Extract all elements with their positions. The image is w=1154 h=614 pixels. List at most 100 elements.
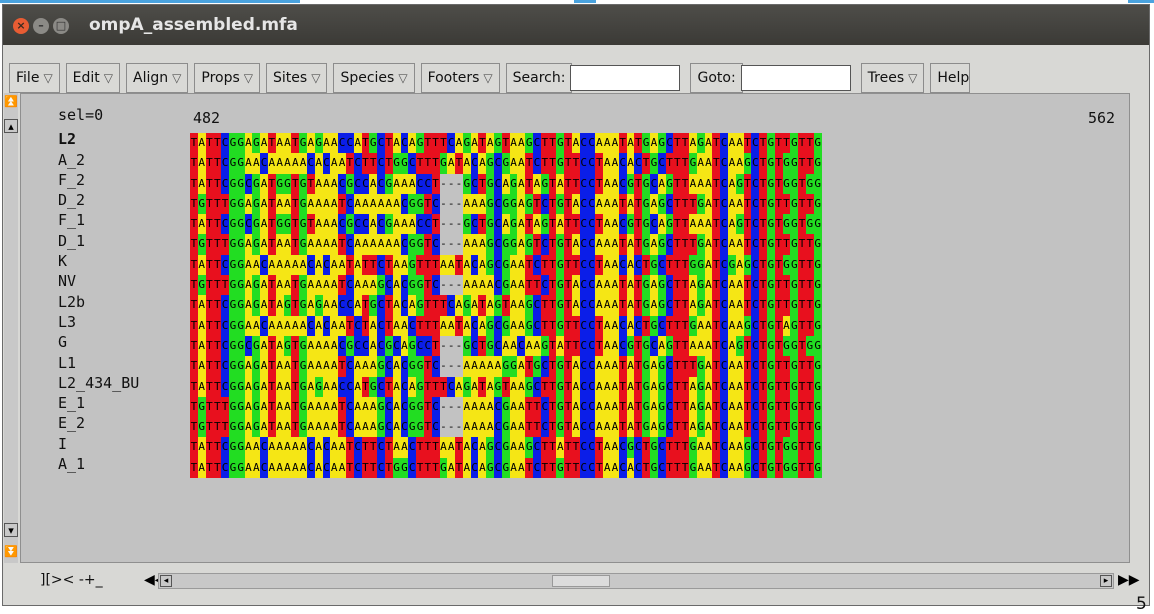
sequence-row[interactable]: TATTCGGAACAAAAACACAATATTCTAAGTTTAATACAGC… bbox=[190, 254, 1125, 276]
sequence-name[interactable]: L2b bbox=[58, 292, 188, 312]
search-label-button[interactable]: Search: bbox=[505, 63, 573, 93]
base-cell: T bbox=[338, 356, 346, 377]
sequence-name[interactable]: L2 bbox=[58, 129, 188, 149]
sequence-name[interactable]: NV bbox=[58, 271, 188, 291]
base-cell: T bbox=[634, 275, 643, 296]
base-cell: C bbox=[322, 437, 331, 458]
sequence-row[interactable]: TGTTTGGAGATAATGAAAATCAAAAAACGGTC---AAAGC… bbox=[190, 234, 1125, 255]
base-cell: A bbox=[306, 193, 315, 215]
scroll-top-icon[interactable]: ⏫ bbox=[4, 95, 18, 109]
dropdown-triangle-icon: ▽ bbox=[243, 71, 254, 85]
base-cell: A bbox=[330, 173, 339, 194]
vertical-scrollbar[interactable]: ⏫ ▴ ▾ ⏬ bbox=[4, 93, 18, 563]
sequence-name[interactable]: F_2 bbox=[58, 170, 188, 190]
base-cell: G bbox=[790, 417, 799, 438]
sequence-name[interactable]: A_1 bbox=[58, 454, 188, 474]
sequence-row[interactable]: TATTCGGAGATAGTGAGAACCATGCTACAGTTTCAGATAG… bbox=[190, 295, 1125, 316]
close-icon[interactable]: × bbox=[13, 18, 29, 34]
base-cell: A bbox=[244, 396, 253, 418]
base-cell: A bbox=[353, 254, 362, 276]
sequence-row[interactable]: TGTTTGGAGATAATGAAAATCAAAAAACGGTC---AAAGC… bbox=[190, 193, 1125, 215]
base-cell: G bbox=[252, 396, 261, 418]
base-cell: T bbox=[213, 275, 222, 296]
menu-edit[interactable]: Edit ▽ bbox=[65, 63, 121, 93]
menu-footers[interactable]: Footers ▽ bbox=[420, 63, 500, 93]
goto-label-button[interactable]: Goto: bbox=[690, 63, 743, 93]
sequence-name[interactable]: D_2 bbox=[58, 190, 188, 210]
base-cell: C bbox=[720, 173, 728, 194]
sequence-row[interactable]: TATTCGGCGATGGTGTAAACGCCACGAAACCT---GCTGC… bbox=[190, 214, 1125, 235]
sequence-row[interactable]: TATTCGGAGATAATGAAAATCAAAGCACGGTC---AAAAA… bbox=[190, 356, 1125, 377]
base-cell: G bbox=[642, 173, 651, 194]
base-cell: T bbox=[673, 214, 682, 235]
sequence-row[interactable]: TATTCGGAGATAATGAGAACCATGCTACAGTTTCAGATAG… bbox=[190, 133, 1125, 154]
sequence-name[interactable]: L1 bbox=[58, 353, 188, 373]
sequence-row[interactable]: TGTTTGGAGATAATGAAAATCAAAGCACGGTC---AAAAC… bbox=[190, 275, 1125, 296]
sequence-row[interactable]: TATTCGGAACAAAAACACAATCTACTAACTTTAATACAGC… bbox=[190, 315, 1125, 336]
sequence-row[interactable]: TGTTTGGAGATAATGAAAATCAAAGCACGGTC---AAAAC… bbox=[190, 417, 1125, 438]
scroll-down-icon[interactable]: ▾ bbox=[4, 523, 18, 537]
scroll-right-icon[interactable]: ▸ bbox=[1100, 575, 1112, 587]
sequence-row[interactable]: TGTTTGGAGATAATGAAAATCAAAGCACGGTC---AAAAC… bbox=[190, 396, 1125, 418]
sequence-name[interactable]: G bbox=[58, 332, 188, 352]
base-cell: T bbox=[681, 356, 689, 377]
maximize-icon[interactable]: □ bbox=[53, 18, 69, 34]
sequence-name[interactable]: F_1 bbox=[58, 210, 188, 230]
base-cell: A bbox=[299, 437, 307, 458]
base-cell: T bbox=[564, 214, 573, 235]
sequence-name[interactable]: E_1 bbox=[58, 393, 188, 413]
sequence-name[interactable]: L3 bbox=[58, 312, 188, 332]
base-cell: G bbox=[299, 173, 307, 194]
base-cell: A bbox=[275, 254, 284, 276]
sequence-name[interactable]: L2_434_BU bbox=[58, 373, 188, 393]
menu-file[interactable]: File ▽ bbox=[9, 63, 60, 93]
base-cell: G bbox=[556, 457, 565, 479]
base-cell: G bbox=[252, 356, 261, 377]
horizontal-scrollbar[interactable]: ◂ ▸ bbox=[158, 573, 1114, 589]
sequence-name[interactable]: I bbox=[58, 434, 188, 454]
menu-help[interactable]: Help bbox=[930, 63, 971, 93]
base-cell: A bbox=[689, 417, 697, 438]
minimize-icon[interactable]: – bbox=[33, 18, 49, 34]
menu-sites[interactable]: Sites ▽ bbox=[266, 63, 328, 93]
base-cell: G bbox=[642, 214, 651, 235]
base-cell: T bbox=[782, 133, 791, 154]
search-input[interactable] bbox=[570, 65, 681, 91]
base-cell: G bbox=[766, 417, 775, 438]
base-cell: C bbox=[338, 295, 346, 316]
sequence-row[interactable]: TATTCGGAACAAAAACACAATCTTCTAACTTTAATACAGC… bbox=[190, 437, 1125, 458]
base-cell: G bbox=[665, 214, 674, 235]
base-cell: A bbox=[369, 214, 378, 235]
goto-input[interactable] bbox=[740, 65, 851, 91]
base-cell: C bbox=[751, 437, 760, 458]
menu-species[interactable]: Species ▽ bbox=[333, 63, 415, 93]
scroll-bottom-icon[interactable]: ⏬ bbox=[4, 545, 18, 559]
alignment-grid[interactable]: TATTCGGAGATAATGAGAACCATGCTACAGTTTCAGATAG… bbox=[190, 133, 1125, 547]
base-cell: C bbox=[221, 295, 229, 316]
sequence-row[interactable]: TATTCGGAACAAAAACACAATCTTCTGGCTTTGATACAGC… bbox=[190, 457, 1125, 479]
base-cell: C bbox=[353, 437, 362, 458]
base-cell: C bbox=[665, 356, 674, 377]
base-cell: A bbox=[369, 335, 378, 357]
scroll-up-icon[interactable]: ▴ bbox=[4, 119, 18, 133]
base-cell: T bbox=[642, 153, 651, 174]
sequence-row[interactable]: TATTCGGAGATAATGAGAACCATGCTACAGTTTCAGATAG… bbox=[190, 376, 1125, 397]
base-cell: T bbox=[338, 417, 346, 438]
base-cell: G bbox=[626, 335, 635, 357]
sequence-name[interactable]: A_2 bbox=[58, 150, 188, 170]
sequence-name[interactable]: K bbox=[58, 251, 188, 271]
base-cell: T bbox=[525, 275, 534, 296]
scroll-rightmost-icon[interactable]: ▶▶ bbox=[1118, 572, 1140, 588]
sequence-row[interactable]: TATTCGGCGATGGTGTAAACGCCACGAAACCT---GCTGC… bbox=[190, 173, 1125, 194]
sequence-name[interactable]: D_1 bbox=[58, 231, 188, 251]
menu-trees[interactable]: Trees ▽ bbox=[860, 63, 925, 93]
sequence-row[interactable]: TATTCGGCGATAGTGAAAACGCCACGCAGCCT---GCTGC… bbox=[190, 335, 1125, 357]
base-cell: T bbox=[416, 457, 424, 479]
sequence-row[interactable]: TATTCGGAACAAAAACACAATCTTCTGGCTTTGATACAGC… bbox=[190, 153, 1125, 174]
sequence-name[interactable]: E_2 bbox=[58, 413, 188, 433]
menu-props[interactable]: Props ▽ bbox=[194, 63, 261, 93]
menu-align[interactable]: Align ▽ bbox=[126, 63, 189, 93]
base-cell: T bbox=[774, 356, 783, 377]
scroll-left-icon[interactable]: ◂ bbox=[160, 575, 172, 587]
horizontal-scroll-thumb[interactable] bbox=[552, 575, 610, 587]
